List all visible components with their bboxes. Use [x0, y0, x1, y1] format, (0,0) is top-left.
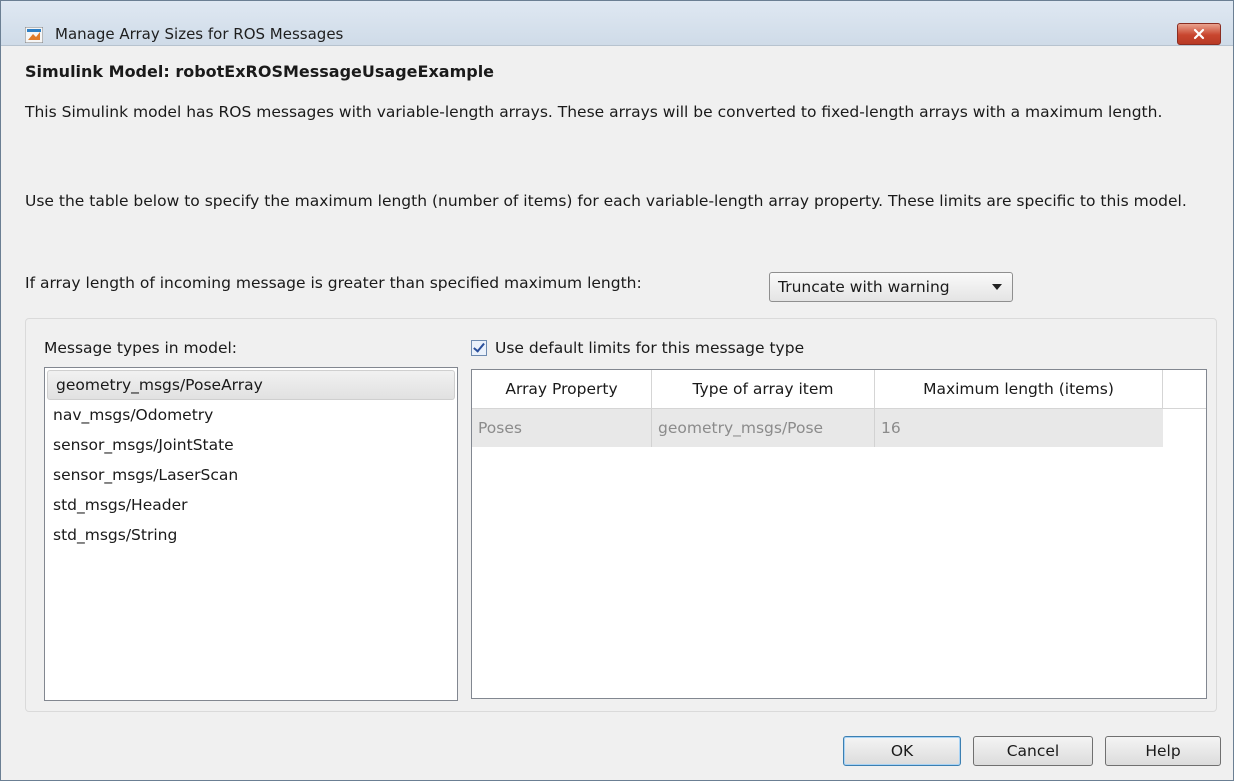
table-row[interactable]: Poses geometry_msgs/Pose 16	[472, 409, 1163, 447]
message-types-list[interactable]: geometry_msgs/PoseArray nav_msgs/Odometr…	[44, 367, 458, 701]
matlab-app-icon	[25, 27, 43, 43]
column-header-filler	[1163, 370, 1206, 408]
message-types-label: Message types in model:	[44, 339, 238, 357]
ok-button[interactable]: OK	[843, 736, 961, 766]
description-text-2: Use the table below to specify the maxim…	[25, 192, 1187, 210]
window-title: Manage Array Sizes for ROS Messages	[55, 25, 344, 43]
array-property-table: Array Property Type of array item Maximu…	[471, 369, 1207, 699]
truncation-policy-value: Truncate with warning	[778, 278, 950, 296]
description-text-1: This Simulink model has ROS messages wit…	[25, 103, 1163, 121]
table-header: Array Property Type of array item Maximu…	[472, 370, 1206, 409]
list-item-std-string[interactable]: std_msgs/String	[45, 520, 457, 550]
model-title: Simulink Model: robotExROSMessageUsageEx…	[25, 62, 495, 81]
cell-array-property: Poses	[472, 409, 652, 447]
list-item-sensor-laserscan[interactable]: sensor_msgs/LaserScan	[45, 460, 457, 490]
column-header-array-property[interactable]: Array Property	[472, 370, 652, 408]
message-settings-panel: Message types in model: geometry_msgs/Po…	[25, 318, 1217, 712]
help-button[interactable]: Help	[1105, 736, 1221, 766]
list-item-std-header[interactable]: std_msgs/Header	[45, 490, 457, 520]
cancel-button[interactable]: Cancel	[973, 736, 1093, 766]
title-bar[interactable]: Manage Array Sizes for ROS Messages	[1, 1, 1233, 46]
list-item-sensor-jointstate[interactable]: sensor_msgs/JointState	[45, 430, 457, 460]
dialog-body: Simulink Model: robotExROSMessageUsageEx…	[1, 46, 1233, 780]
dropdown-arrow-icon	[992, 284, 1002, 290]
list-item-nav-odometry[interactable]: nav_msgs/Odometry	[45, 400, 457, 430]
cell-item-type: geometry_msgs/Pose	[652, 409, 875, 447]
default-limits-label: Use default limits for this message type	[495, 339, 805, 357]
close-button[interactable]	[1177, 23, 1221, 45]
list-item-geometry-posearray[interactable]: geometry_msgs/PoseArray	[47, 370, 455, 400]
checkmark-icon	[473, 340, 485, 353]
truncation-policy-label: If array length of incoming message is g…	[25, 274, 642, 292]
dialog-window: Manage Array Sizes for ROS Messages Simu…	[0, 0, 1234, 781]
default-limits-checkbox-row[interactable]: Use default limits for this message type	[471, 339, 804, 357]
column-header-max-length[interactable]: Maximum length (items)	[875, 370, 1163, 408]
cell-max-length[interactable]: 16	[875, 409, 1163, 447]
truncation-policy-dropdown[interactable]: Truncate with warning	[769, 272, 1013, 302]
column-header-item-type[interactable]: Type of array item	[652, 370, 875, 408]
default-limits-checkbox[interactable]	[471, 340, 487, 356]
close-icon	[1193, 28, 1205, 40]
